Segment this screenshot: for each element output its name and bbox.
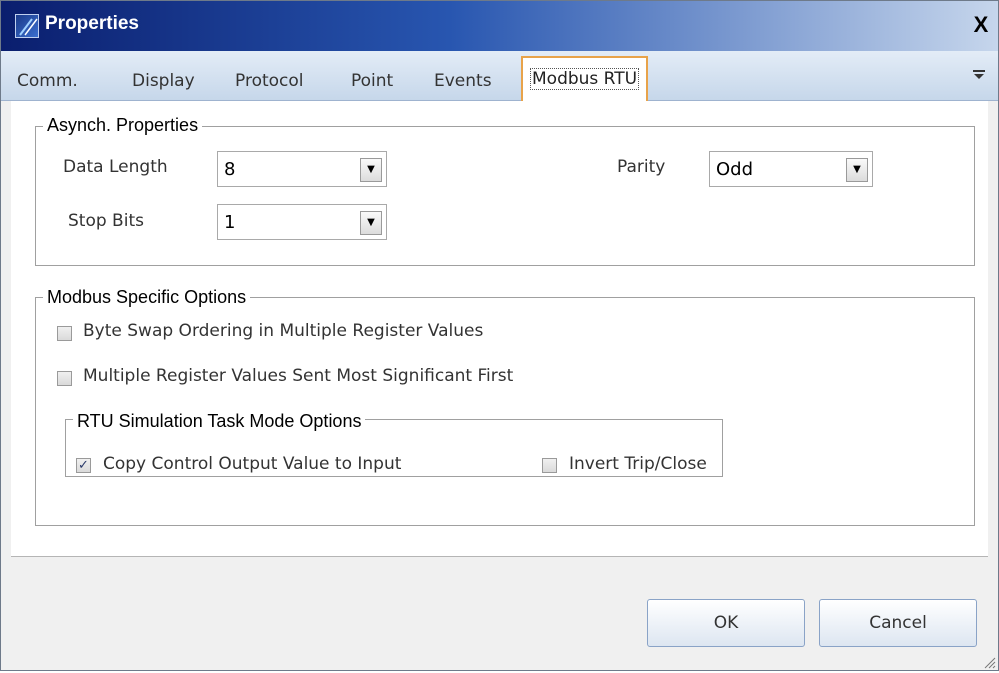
parity-select[interactable]: Odd ▼ <box>709 151 873 187</box>
stop-bits-label: Stop Bits <box>68 211 144 231</box>
tab-content-panel: Asynch. Properties Data Length 8 ▼ Stop … <box>11 101 988 557</box>
most-significant-first-checkbox[interactable] <box>57 371 72 386</box>
invert-trip-checkbox[interactable] <box>542 458 557 473</box>
close-button[interactable]: X <box>968 13 994 39</box>
tab-display[interactable]: Display <box>132 71 195 91</box>
parity-label: Parity <box>617 157 666 177</box>
invert-trip-label: Invert Trip/Close <box>569 454 707 474</box>
parity-value: Odd <box>716 159 754 180</box>
chevron-down-icon[interactable] <box>972 69 986 85</box>
ok-button[interactable]: OK <box>647 599 805 647</box>
data-length-label: Data Length <box>63 157 168 177</box>
properties-dialog: Properties X Comm. Display Protocol Poin… <box>0 0 999 671</box>
copy-control-checkbox[interactable]: ✓ <box>76 458 91 473</box>
title-bar[interactable]: Properties X <box>1 1 998 51</box>
tab-modbus-rtu-label: Modbus RTU <box>529 68 640 90</box>
dropdown-arrow-icon[interactable]: ▼ <box>360 158 382 182</box>
byte-swap-checkbox[interactable] <box>57 326 72 341</box>
data-length-select[interactable]: 8 ▼ <box>217 151 387 187</box>
stop-bits-value: 1 <box>224 212 236 233</box>
copy-control-label: Copy Control Output Value to Input <box>103 454 402 474</box>
most-significant-first-label: Multiple Register Values Sent Most Signi… <box>83 366 514 386</box>
tab-protocol[interactable]: Protocol <box>235 71 304 91</box>
asynch-properties-title: Asynch. Properties <box>43 115 203 136</box>
tab-modbus-rtu[interactable]: Modbus RTU <box>521 56 649 102</box>
window-title: Properties <box>45 13 139 34</box>
dropdown-arrow-icon[interactable]: ▼ <box>360 211 382 235</box>
byte-swap-label: Byte Swap Ordering in Multiple Register … <box>83 321 484 341</box>
tab-events[interactable]: Events <box>434 71 492 91</box>
tab-point[interactable]: Point <box>351 71 393 91</box>
rtu-simulation-title: RTU Simulation Task Mode Options <box>73 411 366 432</box>
data-length-value: 8 <box>224 159 236 180</box>
resize-grip-icon[interactable] <box>982 654 996 669</box>
app-icon <box>15 14 39 38</box>
tab-strip: Comm. Display Protocol Point Events Modb… <box>1 51 998 102</box>
stop-bits-select[interactable]: 1 ▼ <box>217 204 387 240</box>
asynch-properties-group <box>35 126 975 266</box>
cancel-button[interactable]: Cancel <box>819 599 977 647</box>
tab-comm[interactable]: Comm. <box>17 71 78 91</box>
dropdown-arrow-icon[interactable]: ▼ <box>846 158 868 182</box>
modbus-options-title: Modbus Specific Options <box>43 287 251 308</box>
